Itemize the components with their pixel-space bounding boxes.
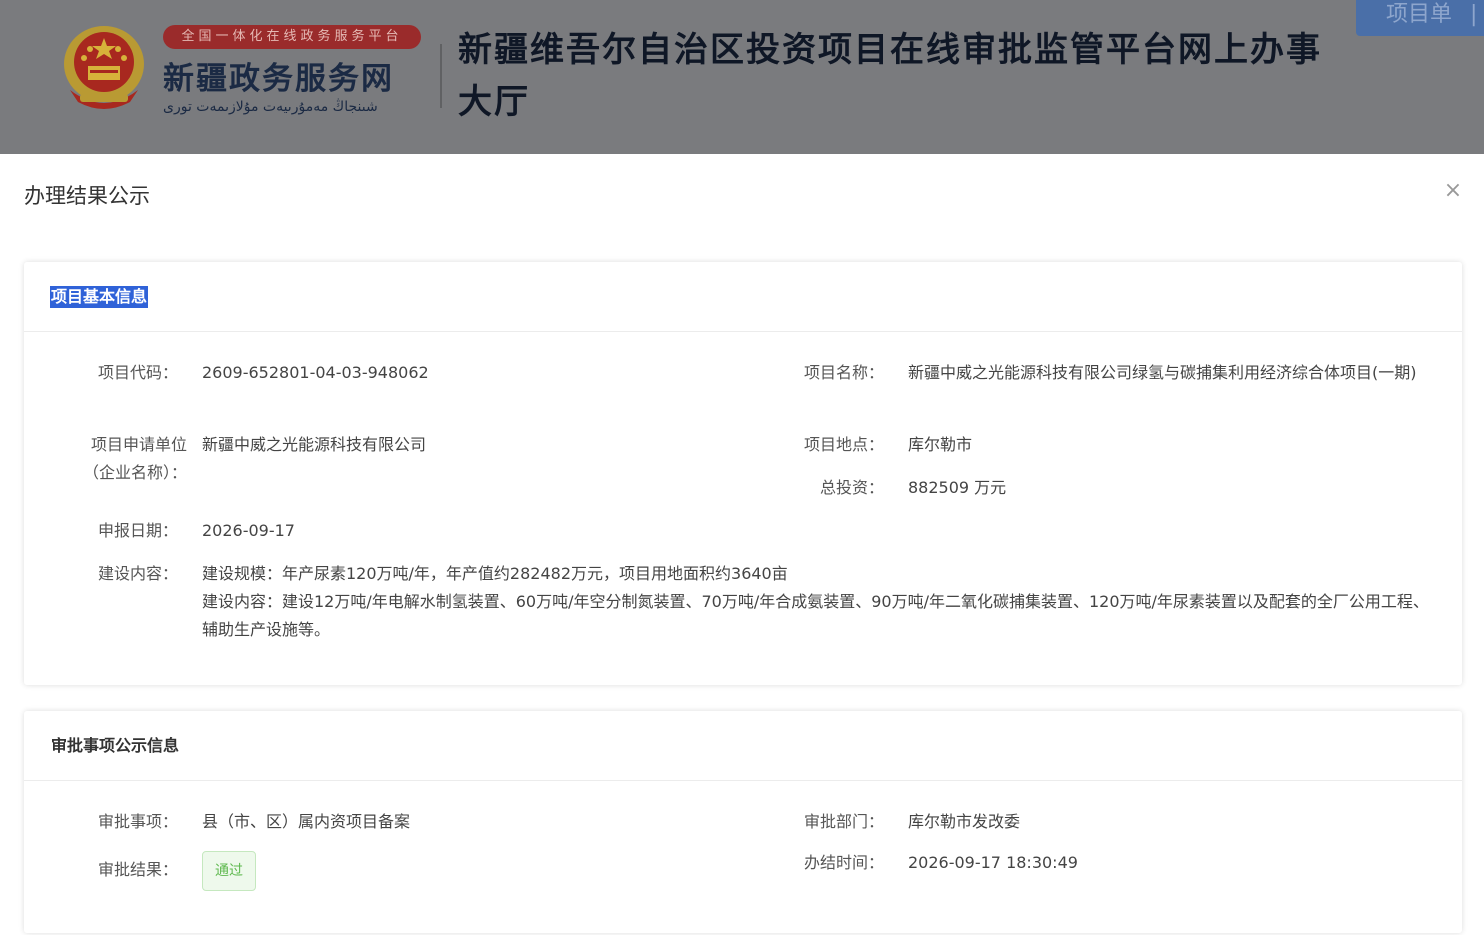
brand-name: 新疆政务服务网 (163, 61, 394, 97)
location-field: 项目地点： 库尔勒市 (730, 431, 1440, 461)
brand-block: 全国一体化在线政务服务平台 新疆政务服务网 شىنجاڭ مەمۇرىيەت م… (163, 25, 425, 115)
platform-tag: 全国一体化在线政务服务平台 (163, 25, 421, 49)
project-tab-label: 项目单 (1386, 2, 1453, 27)
report-date-field: 申报日期： 2026-09-17 (24, 517, 724, 547)
investment-field: 总投资： 882509 万元 (730, 474, 1440, 504)
completion-time-field: 办结时间： 2026-09-17 18:30:49 (730, 849, 1440, 879)
completion-time-label: 办结时间： (803, 853, 884, 872)
approval-item-value: 县（市、区）属内资项目备案 (202, 812, 411, 831)
national-emblem-icon (64, 26, 144, 109)
project-name-label: 项目名称： (803, 363, 884, 382)
approval-item-field: 审批事项： 县（市、区）属内资项目备案 (24, 808, 724, 838)
project-list-tab[interactable]: 项目单 | (1356, 0, 1484, 36)
construction-content-field: 建设内容： 建设规模：年产尿素120万吨/年，年产值约282482万元，项目用地… (24, 560, 1462, 650)
approval-result-value: 通过 (202, 851, 256, 891)
basic-info-card: 项目基本信息 项目代码： 2609-652801-04-03-948062 项目… (24, 262, 1462, 685)
approval-info-header: 审批事项公示信息 (24, 711, 1462, 781)
applicant-value: 新疆中威之光能源科技有限公司 (202, 435, 427, 454)
header-divider (440, 44, 442, 108)
applicant-field: 项目申请单位 （企业名称）： 新疆中威之光能源科技有限公司 (24, 431, 724, 491)
approval-dept-value: 库尔勒市发改委 (908, 812, 1021, 831)
approval-dept-label: 审批部门： (803, 812, 884, 831)
location-value: 库尔勒市 (908, 435, 973, 454)
project-name-field: 项目名称： 新疆中威之光能源科技有限公司绿氢与碳捕集利用经济综合体项目(一期) (730, 359, 1440, 419)
modal-title: 办理结果公示 (24, 184, 150, 208)
approval-info-card: 审批事项公示信息 审批事项： 县（市、区）属内资项目备案 审批结果： 通过 审批… (24, 711, 1462, 933)
project-code-value: 2609-652801-04-03-948062 (202, 363, 429, 382)
report-date-value: 2026-09-17 (202, 521, 295, 540)
applicant-label-line1: 项目申请单位 (90, 435, 187, 454)
content-detail-line: 建设内容：建设12万吨/年电解水制氢装置、60万吨/年空分制氮装置、70万吨/年… (202, 592, 1429, 639)
content-value: 建设规模：年产尿素120万吨/年，年产值约282482万元，项目用地面积约364… (202, 560, 1434, 644)
basic-info-header: 项目基本信息 (24, 262, 1462, 332)
content-scale-line: 建设规模：年产尿素120万吨/年，年产值约282482万元，项目用地面积约364… (202, 564, 788, 583)
approval-result-field: 审批结果： 通过 (24, 851, 724, 895)
investment-label: 总投资： (819, 478, 884, 497)
site-header: 全国一体化在线政务服务平台 新疆政务服务网 شىنجاڭ مەمۇرىيەت م… (0, 0, 1484, 154)
brand-subtitle: شىنجاڭ مەمۇرىيەت مۇلازىمەت تورى (163, 99, 378, 115)
status-badge: 通过 (202, 851, 256, 891)
basic-info-title: 项目基本信息 (50, 286, 149, 308)
investment-value: 882509 万元 (908, 478, 1007, 497)
project-name-value: 新疆中威之光能源科技有限公司绿氢与碳捕集利用经济综合体项目(一期) (908, 363, 1417, 382)
applicant-label-line2: （企业名称）： (82, 463, 187, 482)
project-tab-separator: | (1470, 2, 1478, 27)
project-code-label: 项目代码： (97, 363, 178, 382)
close-icon[interactable]: × (1440, 178, 1466, 204)
approval-result-label: 审批结果： (97, 860, 178, 879)
project-code-field: 项目代码： 2609-652801-04-03-948062 (24, 359, 724, 389)
report-date-label: 申报日期： (97, 521, 178, 540)
site-title: 新疆维吾尔自治区投资项目在线审批监管平台网上办事大厅 (458, 30, 1322, 122)
content-label: 建设内容： (97, 564, 178, 583)
result-modal: 办理结果公示 × 项目基本信息 项目代码： 2609-652801-04-03-… (0, 154, 1484, 935)
approval-item-label: 审批事项： (97, 812, 178, 831)
approval-dept-field: 审批部门： 库尔勒市发改委 (730, 808, 1440, 838)
location-label: 项目地点： (803, 435, 884, 454)
approval-info-title: 审批事项公示信息 (51, 736, 180, 755)
completion-time-value: 2026-09-17 18:30:49 (908, 853, 1078, 872)
